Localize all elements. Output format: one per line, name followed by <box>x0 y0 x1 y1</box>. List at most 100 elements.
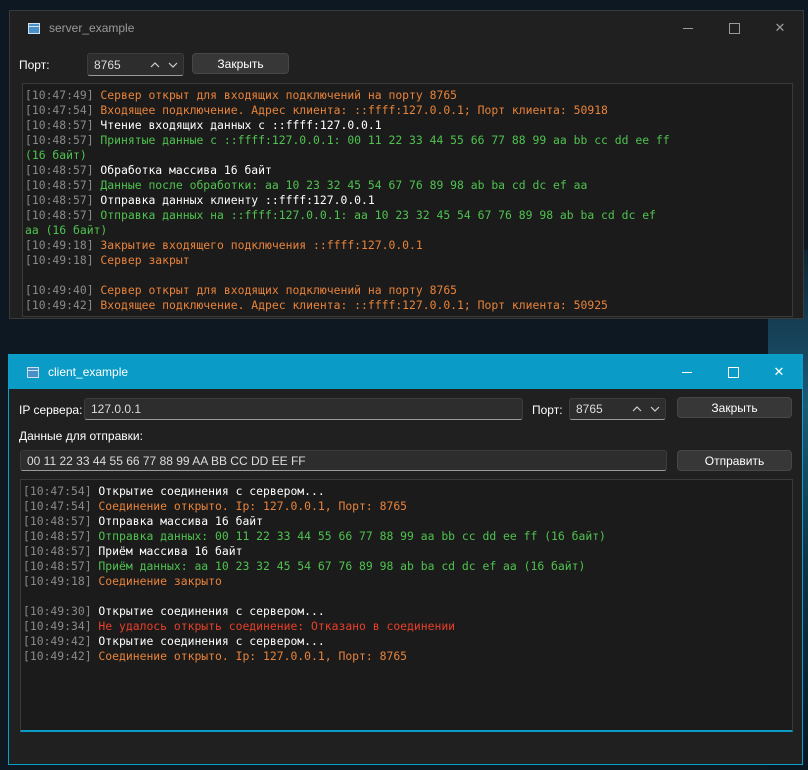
client-port-value: 8765 <box>576 402 603 416</box>
server-port-label: Порт: <box>19 58 50 72</box>
log-message: Открытие соединения с сервером... <box>91 604 325 618</box>
log-timestamp: [10:48:57] <box>25 178 94 192</box>
log-message: Входящее подключение. Адрес клиента: ::f… <box>93 298 608 312</box>
log-timestamp: [10:49:42] <box>23 634 92 648</box>
close-icon[interactable] <box>756 355 802 389</box>
log-line: [10:48:57] Чтение входящих данных с ::ff… <box>23 118 792 133</box>
server-window: server_example Порт: 8765 Закрыть [10:47… <box>9 10 804 319</box>
log-message: Отправка данных на ::ffff:127.0.0.1: aa … <box>93 208 656 222</box>
log-message: Закрытие входящего подключения ::ffff:12… <box>93 238 423 252</box>
log-message: Соединение открыто. Ip: 127.0.0.1, Порт:… <box>91 499 408 513</box>
log-line: [10:47:54] Соединение открыто. Ip: 127.0… <box>21 499 792 514</box>
log-timestamp: [10:48:57] <box>23 559 92 573</box>
log-timestamp: [10:49:42] <box>25 298 94 312</box>
log-message: Приём массива 16 байт <box>91 544 243 558</box>
client-port-spinbox[interactable]: 8765 <box>569 398 666 420</box>
window-icon <box>27 366 39 378</box>
log-timestamp: [10:49:18] <box>25 253 94 267</box>
log-message: Чтение входящих данных с ::ffff:127.0.0.… <box>93 118 382 132</box>
log-line: [10:49:42] Соединение открыто. Ip: 127.0… <box>21 649 792 664</box>
log-line: [10:47:54] Открытие соединения с серверо… <box>21 484 792 499</box>
log-timestamp: [10:49:30] <box>23 604 92 618</box>
log-line: [10:48:57] Приём массива 16 байт <box>21 544 792 559</box>
log-line: [10:48:57] Принятые данные с ::ffff:127.… <box>23 133 792 148</box>
up-down-chevron-icon[interactable] <box>632 406 665 412</box>
minimize-icon[interactable] <box>665 11 711 45</box>
log-timestamp: [10:48:57] <box>23 544 92 558</box>
log-line: [10:48:57] Отправка данных: 00 11 22 33 … <box>21 529 792 544</box>
log-message: Сервер открыт для входящих подключений н… <box>93 283 458 297</box>
log-timestamp: [10:48:57] <box>25 163 94 177</box>
log-line: [10:48:57] Отправка массива 16 байт <box>21 514 792 529</box>
close-icon[interactable] <box>757 11 803 45</box>
log-line: [10:48:57] Данные после обработки: aa 10… <box>23 178 792 193</box>
log-timestamp: [10:49:42] <box>23 649 92 663</box>
log-timestamp: [10:49:18] <box>23 574 92 588</box>
log-line: [10:49:42] Входящее подключение. Адрес к… <box>23 298 792 313</box>
log-timestamp: [10:48:57] <box>25 133 94 147</box>
log-message-wrap: (16 байт) <box>25 148 87 162</box>
log-timestamp: [10:47:54] <box>23 484 92 498</box>
log-message: Принятые данные с ::ffff:127.0.0.1: 00 1… <box>93 133 670 147</box>
server-port-value: 8765 <box>94 57 121 72</box>
log-timestamp: [10:47:49] <box>25 88 94 102</box>
log-message: Сервер закрыт <box>93 253 190 267</box>
log-line: [10:48:57] Обработка массива 16 байт <box>23 163 792 178</box>
log-timestamp: [10:47:54] <box>23 499 92 513</box>
data-input[interactable]: 00 11 22 33 44 55 66 77 88 99 AA BB CC D… <box>20 450 667 471</box>
log-message: Не удалось открыть соединение: Отказано … <box>91 619 456 633</box>
ip-input[interactable]: 127.0.0.1 <box>84 398 523 420</box>
log-message: Соединение открыто. Ip: 127.0.0.1, Порт:… <box>91 649 408 663</box>
log-line: [10:48:57] Приём данных: aa 10 23 32 45 … <box>21 559 792 574</box>
log-timestamp: [10:48:57] <box>25 193 94 207</box>
data-label: Данные для отправки: <box>19 429 143 443</box>
server-close-button[interactable]: Закрыть <box>192 53 289 74</box>
maximize-icon[interactable] <box>711 11 757 45</box>
client-log-view[interactable]: [10:47:54] Открытие соединения с серверо… <box>20 479 793 732</box>
log-message: Соединение закрыто <box>91 574 222 588</box>
log-blank-line <box>23 268 792 283</box>
client-window-title: client_example <box>48 365 129 379</box>
log-line: [10:47:54] Входящее подключение. Адрес к… <box>23 103 792 118</box>
log-message: Открытие соединения с сервером... <box>91 484 325 498</box>
client-close-button[interactable]: Закрыть <box>677 397 792 418</box>
log-line: [10:49:18] Соединение закрыто <box>21 574 792 589</box>
send-button[interactable]: Отправить <box>677 450 792 471</box>
log-timestamp: [10:48:57] <box>25 118 94 132</box>
log-timestamp: [10:48:57] <box>23 529 92 543</box>
log-line: [10:48:57] Отправка данных клиенту ::fff… <box>23 193 792 208</box>
log-timestamp: [10:48:57] <box>23 514 92 528</box>
server-log-view[interactable]: [10:47:49] Сервер открыт для входящих по… <box>22 83 793 317</box>
log-timestamp: [10:47:54] <box>25 103 94 117</box>
log-blank-line <box>21 589 792 604</box>
log-line: [10:49:18] Закрытие входящего подключени… <box>23 238 792 253</box>
log-line: [10:49:18] Сервер закрыт <box>23 253 792 268</box>
log-message: Открытие соединения с сервером... <box>91 634 325 648</box>
log-line: [10:48:57] Отправка данных на ::ffff:127… <box>23 208 792 223</box>
log-message: Входящее подключение. Адрес клиента: ::f… <box>93 103 608 117</box>
log-timestamp: [10:48:57] <box>25 208 94 222</box>
log-line: [10:49:30] Открытие соединения с серверо… <box>21 604 792 619</box>
server-titlebar[interactable]: server_example <box>10 11 803 45</box>
log-line: [10:49:40] Сервер открыт для входящих по… <box>23 283 792 298</box>
log-message-wrap: aa (16 байт) <box>25 223 108 237</box>
client-port-label: Порт: <box>532 403 563 417</box>
log-message: Отправка данных клиенту ::ffff:127.0.0.1 <box>93 193 375 207</box>
server-port-spinbox[interactable]: 8765 <box>87 53 184 76</box>
log-message: Данные после обработки: aa 10 23 32 45 5… <box>93 178 588 192</box>
log-message: Отправка данных: 00 11 22 33 44 55 66 77… <box>91 529 606 543</box>
minimize-icon[interactable] <box>664 355 710 389</box>
data-value: 00 11 22 33 44 55 66 77 88 99 AA BB CC D… <box>27 453 306 468</box>
log-timestamp: [10:49:40] <box>25 283 94 297</box>
log-message: Обработка массива 16 байт <box>93 163 272 177</box>
ip-value: 127.0.0.1 <box>91 402 142 416</box>
maximize-icon[interactable] <box>710 355 756 389</box>
server-window-title: server_example <box>49 21 135 35</box>
log-timestamp: [10:49:18] <box>25 238 94 252</box>
up-down-chevron-icon[interactable] <box>150 61 183 68</box>
log-message: Приём данных: aa 10 23 32 45 54 67 76 89… <box>91 559 586 573</box>
log-line: [10:49:42] Открытие соединения с серверо… <box>21 634 792 649</box>
client-titlebar[interactable]: client_example <box>9 355 802 389</box>
log-message: Сервер открыт для входящих подключений н… <box>93 88 458 102</box>
log-timestamp: [10:49:34] <box>23 619 92 633</box>
